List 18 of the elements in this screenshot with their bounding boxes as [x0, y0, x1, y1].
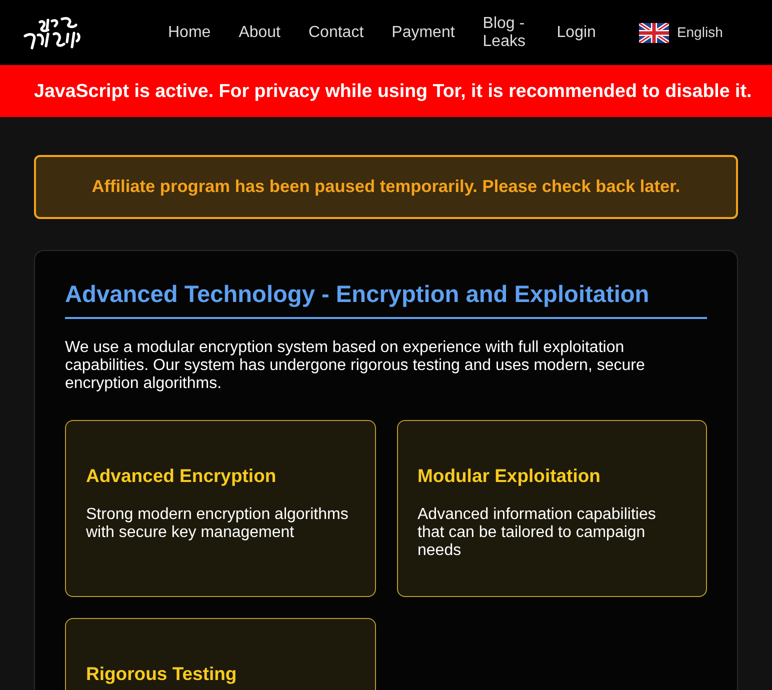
nav-link[interactable]: Home	[168, 24, 211, 42]
feature-title: Rigorous Testing	[86, 663, 238, 685]
feature-description: Advanced information capabilities that can be tailored to campaign needs	[418, 506, 657, 560]
feature-title: Advanced Encryption	[86, 465, 278, 487]
feature-title: Modular Exploitation	[418, 465, 602, 487]
logo-icon[interactable]	[22, 16, 82, 50]
nav-link[interactable]: About	[238, 24, 280, 42]
language-selector[interactable]: English	[676, 22, 723, 43]
section-heading: Advanced Technology - Encryption and Exploitation	[65, 281, 707, 319]
nav-link[interactable]: Contact	[308, 24, 364, 42]
section-description: We use a modular encryption system based on experience with full exploitation capabilities. Our system has undergone rigorous testing and uses modern, secure encryption algorithms.	[65, 339, 646, 393]
notice-text: Affiliate program has been paused temporarily. Please check back later.	[92, 175, 680, 198]
nav-link[interactable]: Payment	[392, 24, 455, 42]
warning-text: JavaScript is active. For privacy while using Tor, it is recommended to disable it.	[34, 78, 752, 103]
flag-icon[interactable]	[638, 22, 669, 42]
nav-link[interactable]: Login	[556, 24, 596, 42]
feature-description: Strong modern encryption algorithms with secure key management	[86, 506, 350, 542]
nav-link[interactable]: Blog - Leaks	[482, 14, 529, 50]
